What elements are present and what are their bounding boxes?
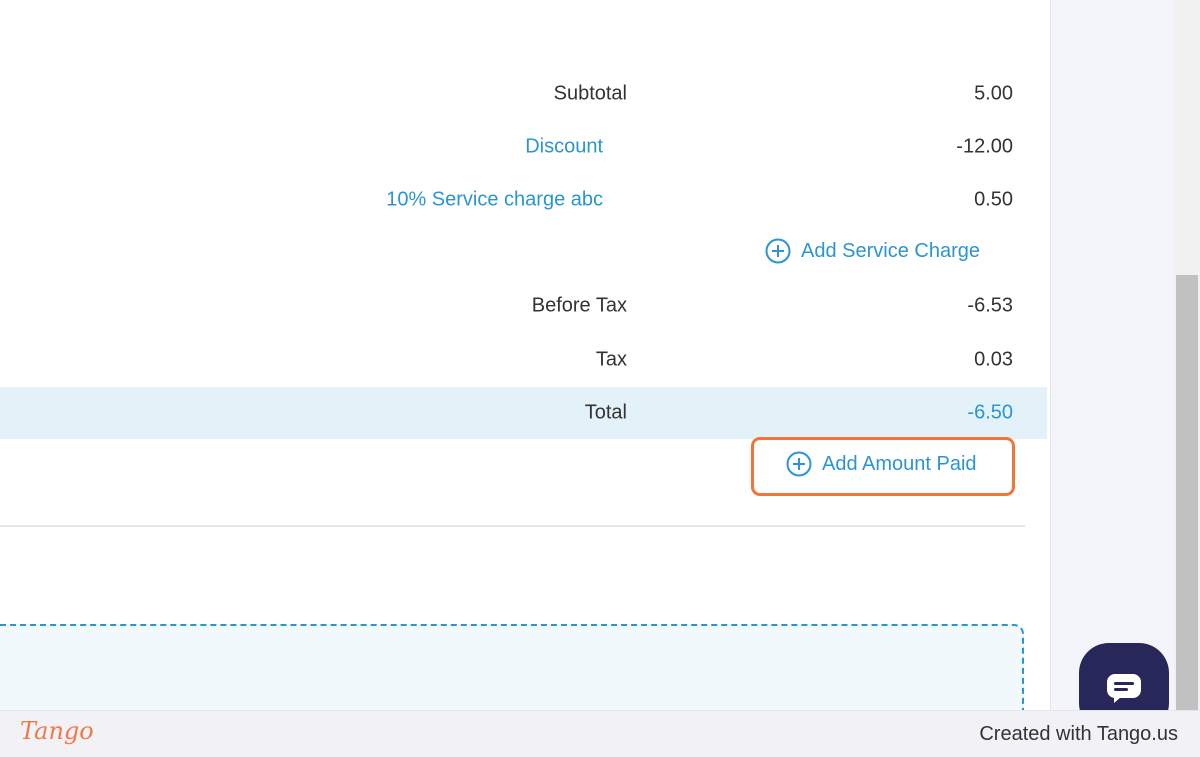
add-service-charge-button[interactable]: Add Service Charge bbox=[765, 238, 980, 264]
scrollbar-thumb[interactable] bbox=[1176, 275, 1198, 710]
service-charge-row: 10% Service charge abc 0.50 bbox=[0, 174, 1047, 226]
tax-value: 0.03 bbox=[974, 348, 1013, 371]
total-label: Total bbox=[584, 401, 627, 424]
plus-circle-icon bbox=[765, 238, 791, 264]
before-tax-row: Before Tax -6.53 bbox=[0, 280, 1047, 332]
discount-row: Discount -12.00 bbox=[0, 121, 1047, 173]
footer-bar: Tango Created with Tango.us bbox=[0, 710, 1200, 757]
subtotal-label: Subtotal bbox=[553, 82, 627, 105]
subtotal-row: Subtotal 5.00 bbox=[0, 68, 1047, 120]
chat-bubble-icon bbox=[1107, 674, 1141, 703]
total-value: -6.50 bbox=[967, 401, 1013, 424]
before-tax-value: -6.53 bbox=[967, 294, 1013, 317]
section-divider bbox=[0, 525, 1025, 527]
tax-label: Tax bbox=[595, 348, 627, 371]
add-amount-paid-label: Add Amount Paid bbox=[822, 452, 977, 475]
tango-logo[interactable]: Tango bbox=[20, 717, 94, 745]
service-charge-value: 0.50 bbox=[974, 188, 1013, 211]
discount-value: -12.00 bbox=[956, 135, 1013, 158]
before-tax-label: Before Tax bbox=[531, 294, 627, 317]
footer-credit[interactable]: Created with Tango.us bbox=[979, 723, 1178, 746]
tax-row: Tax 0.03 bbox=[0, 334, 1047, 386]
total-row: Total -6.50 bbox=[0, 387, 1047, 439]
service-charge-link[interactable]: 10% Service charge abc bbox=[386, 189, 603, 212]
right-pane bbox=[1051, 0, 1175, 710]
plus-circle-icon bbox=[786, 451, 812, 477]
discount-link[interactable]: Discount bbox=[525, 136, 603, 159]
invoice-panel: Subtotal 5.00 Discount -12.00 10% Servic… bbox=[0, 0, 1051, 744]
add-service-charge-label: Add Service Charge bbox=[801, 239, 980, 262]
add-amount-paid-button[interactable]: Add Amount Paid bbox=[786, 451, 977, 477]
subtotal-value: 5.00 bbox=[974, 82, 1013, 105]
